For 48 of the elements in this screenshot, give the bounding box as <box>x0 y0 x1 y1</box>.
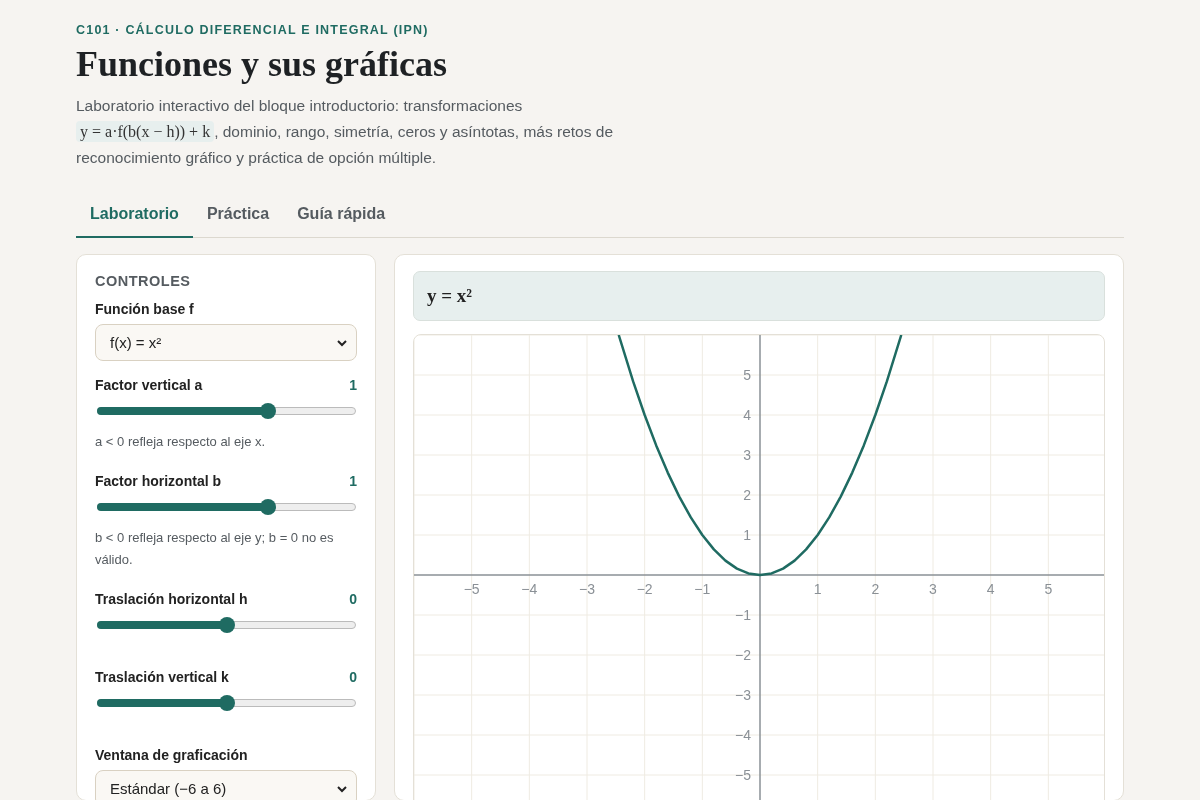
field-label: Función base f <box>95 301 194 317</box>
axis-tick-label: 3 <box>743 447 751 463</box>
slider-thumb[interactable] <box>218 695 235 711</box>
slider-thumb[interactable] <box>259 499 276 515</box>
axis-tick-label: 4 <box>986 581 995 597</box>
axis-tick-label: 3 <box>929 581 937 597</box>
course-label: C101 · CÁLCULO DIFERENCIAL E INTEGRAL (IPN) <box>76 23 430 37</box>
hint-text: a < 0 refleja respecto al eje x. <box>95 433 267 451</box>
slider-thumb[interactable] <box>218 617 235 633</box>
chevron-down-icon <box>336 784 348 793</box>
slider-label: Traslación vertical k <box>95 669 229 685</box>
axis-tick-label: 5 <box>743 367 751 383</box>
axis-tick-label: −5 <box>735 767 751 783</box>
slider-value: 1 <box>349 473 357 489</box>
hint-text: b < 0 refleja respecto al eje y; b = 0 no es válido. <box>95 529 335 569</box>
chevron-down-icon <box>336 338 348 347</box>
tab[interactable]: Práctica <box>192 193 284 238</box>
dropdown[interactable]: f(x) = x² <box>95 324 357 361</box>
axis-tick-label: 5 <box>1044 581 1053 597</box>
axis-tick-label: −3 <box>735 687 751 703</box>
axis-tick-label: −1 <box>694 581 711 597</box>
axis-tick-label: −4 <box>735 727 751 743</box>
formula-display: y = x² <box>427 285 473 307</box>
intro-paragraph: Laboratorio interactivo del bloque introductorio: transformaciones y = a·f(b(x − h)) + k , dominio, rango, simetría, ceros y asíntotas, más retos de reconocimiento gráfico y práctica de opción múltiple. <box>76 96 614 168</box>
slider-value: 1 <box>349 377 357 393</box>
slider-value: 0 <box>349 669 357 685</box>
slider-thumb[interactable] <box>259 403 276 419</box>
slider-label: Factor vertical a <box>95 377 203 393</box>
axis-tick-label: −4 <box>521 581 538 597</box>
page-title: Funciones y sus gráficas <box>76 43 449 85</box>
slider-label: Traslación horizontal h <box>95 591 248 607</box>
axis-tick-label: 4 <box>743 407 751 423</box>
slider-value: 0 <box>349 591 357 607</box>
axis-tick-label: −3 <box>579 581 595 597</box>
axis-tick-label: 1 <box>743 527 751 543</box>
axis-tick-label: −2 <box>735 647 751 663</box>
dropdown[interactable]: Estándar (−6 a 6) <box>95 770 357 800</box>
field-label: Ventana de graficación <box>95 747 248 763</box>
axis-tick-label: 2 <box>743 487 751 503</box>
axis-tick-label: −2 <box>636 581 653 597</box>
slider-label: Factor horizontal b <box>95 473 221 489</box>
tab[interactable]: Guía rápida <box>283 193 400 238</box>
axis-tick-label: 2 <box>871 581 880 597</box>
axis-tick-label: −1 <box>735 607 751 623</box>
tab[interactable]: Laboratorio <box>76 193 193 238</box>
panel-title: CONTROLES <box>95 273 192 289</box>
axis-tick-label: −5 <box>463 581 480 597</box>
axis-tick-label: 1 <box>813 581 822 597</box>
